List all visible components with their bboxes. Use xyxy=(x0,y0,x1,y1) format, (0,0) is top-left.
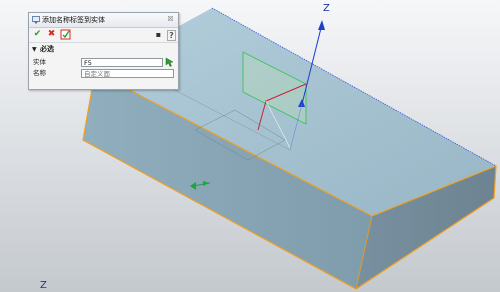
dialog-titlebar[interactable]: 添加名称标签到实体 ☒ xyxy=(29,13,178,28)
apply-icon[interactable] xyxy=(60,29,71,40)
add-name-tag-dialog[interactable]: 添加名称标签到实体 ☒ ✔ ✖ ▪ ? ▼ 必选 实体 名称 xyxy=(28,12,179,90)
dialog-toolbar: ✔ ✖ ▪ ? xyxy=(29,28,178,43)
close-icon[interactable]: ☒ xyxy=(167,16,174,23)
name-field[interactable] xyxy=(81,69,174,78)
pin-icon[interactable]: ▪ xyxy=(153,29,164,40)
required-section-label: 必选 xyxy=(40,45,54,53)
help-icon[interactable]: ? xyxy=(167,30,176,41)
required-section-header[interactable]: ▼ 必选 xyxy=(29,44,178,55)
z-axis-label: Z xyxy=(323,3,330,14)
entity-field[interactable] xyxy=(81,58,163,67)
cancel-icon[interactable]: ✖ xyxy=(46,29,57,40)
name-label: 名称 xyxy=(33,69,46,77)
view-triad-z-label: Z xyxy=(40,280,47,291)
select-entity-icon[interactable] xyxy=(165,57,175,67)
dialog-title: 添加名称标签到实体 xyxy=(42,16,105,24)
collapse-arrow-icon[interactable]: ▼ xyxy=(32,45,37,54)
entity-label: 实体 xyxy=(33,58,46,66)
name-tag-icon xyxy=(32,16,40,24)
confirm-icon[interactable]: ✔ xyxy=(32,29,43,40)
